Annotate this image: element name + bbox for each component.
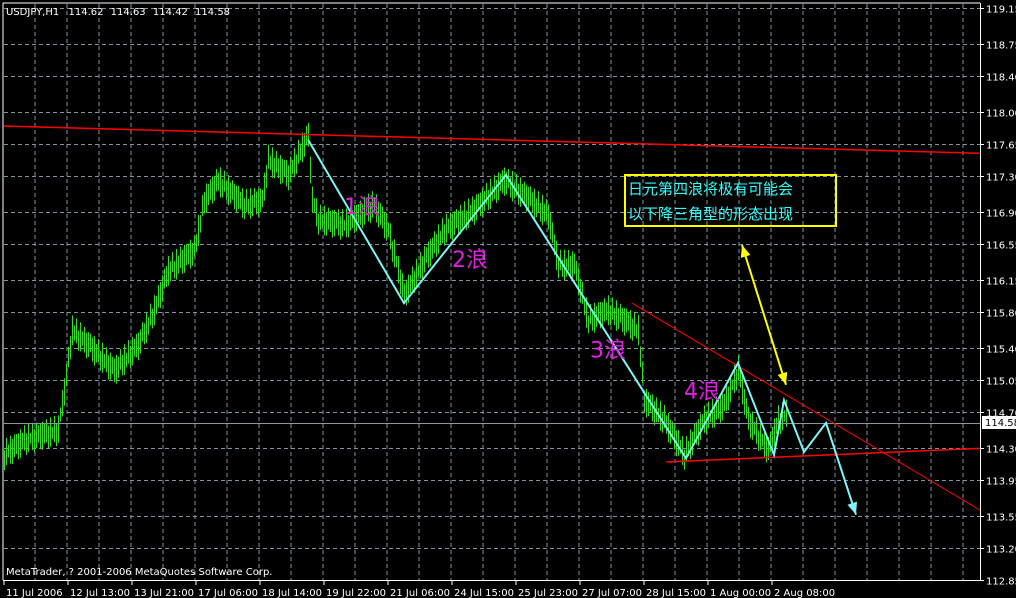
price-tick-label: 116.15 (986, 277, 1016, 288)
price-chart[interactable]: 1浪 2浪 3浪 4浪 日元第四浪将极有可能会 以下降三角型的形态出现 119.15 1… (0, 0, 1016, 598)
wave-label: 3浪 (590, 339, 626, 364)
price-tick-label: 116.55 (986, 241, 1016, 252)
time-tick-label: 17 Jul 06:00 (198, 588, 258, 598)
price-tick-label: 113.20 (986, 545, 1016, 556)
price-tick-label: 118.00 (986, 109, 1016, 120)
time-tick-label: 27 Jul 07:00 (582, 588, 642, 598)
time-tick-label: 24 Jul 15:00 (454, 588, 514, 598)
time-tick-label: 12 Jul 13:00 (70, 588, 130, 598)
wave-label: 4浪 (684, 379, 720, 404)
open-price: 114.62 (68, 7, 103, 18)
price-tick-label: 117.30 (986, 173, 1016, 184)
price-tick-label: 118.75 (986, 41, 1016, 52)
time-tick-label: 19 Jul 22:00 (326, 588, 386, 598)
time-tick-label: 28 Jul 15:00 (646, 588, 706, 598)
note-line-1: 日元第四浪将极有可能会 (628, 180, 793, 198)
chart-background (0, 0, 1016, 598)
wave-label: 1浪 (344, 195, 380, 220)
price-tick-label: 116.90 (986, 209, 1016, 220)
price-tick-label: 117.65 (986, 141, 1016, 152)
wave-label: 2浪 (452, 248, 488, 273)
price-tick-label: 115.05 (986, 377, 1016, 388)
time-tick-label: 25 Jul 23:00 (518, 588, 578, 598)
price-tick-label: 114.30 (986, 445, 1016, 456)
price-tick-label: 113.55 (986, 513, 1016, 524)
time-tick-label: 11 Jul 2006 (6, 588, 63, 598)
time-tick-label: 1 Aug 00:00 (710, 588, 771, 598)
note-line-2: 以下降三角型的形态出现 (628, 205, 793, 223)
low-price: 114.42 (153, 7, 188, 18)
current-price-label: 114.58 (985, 418, 1016, 429)
time-tick-label: 18 Jul 14:00 (262, 588, 322, 598)
price-tick-label: 115.80 (986, 309, 1016, 320)
symbol-info: USDJPY,H1 114.62 114.63 114.42 114.58 (6, 7, 230, 18)
symbol: USDJPY,H1 (6, 7, 59, 18)
price-tick-label: 115.40 (986, 345, 1016, 356)
current-price-marker: 114.58 (982, 416, 1016, 429)
time-tick-label: 2 Aug 08:00 (774, 588, 835, 598)
copyright-text: MetaTrader, ? 2001-2006 MetaQuotes Softw… (6, 567, 272, 578)
high-price: 114.63 (111, 7, 146, 18)
price-tick-label: 118.40 (986, 73, 1016, 84)
time-tick-label: 13 Jul 21:00 (134, 588, 194, 598)
price-tick-label: 119.15 (986, 5, 1016, 16)
price-tick-label: 112.85 (986, 577, 1016, 588)
close-price: 114.58 (195, 7, 230, 18)
time-tick-label: 21 Jul 06:00 (390, 588, 450, 598)
price-tick-label: 113.95 (986, 477, 1016, 488)
